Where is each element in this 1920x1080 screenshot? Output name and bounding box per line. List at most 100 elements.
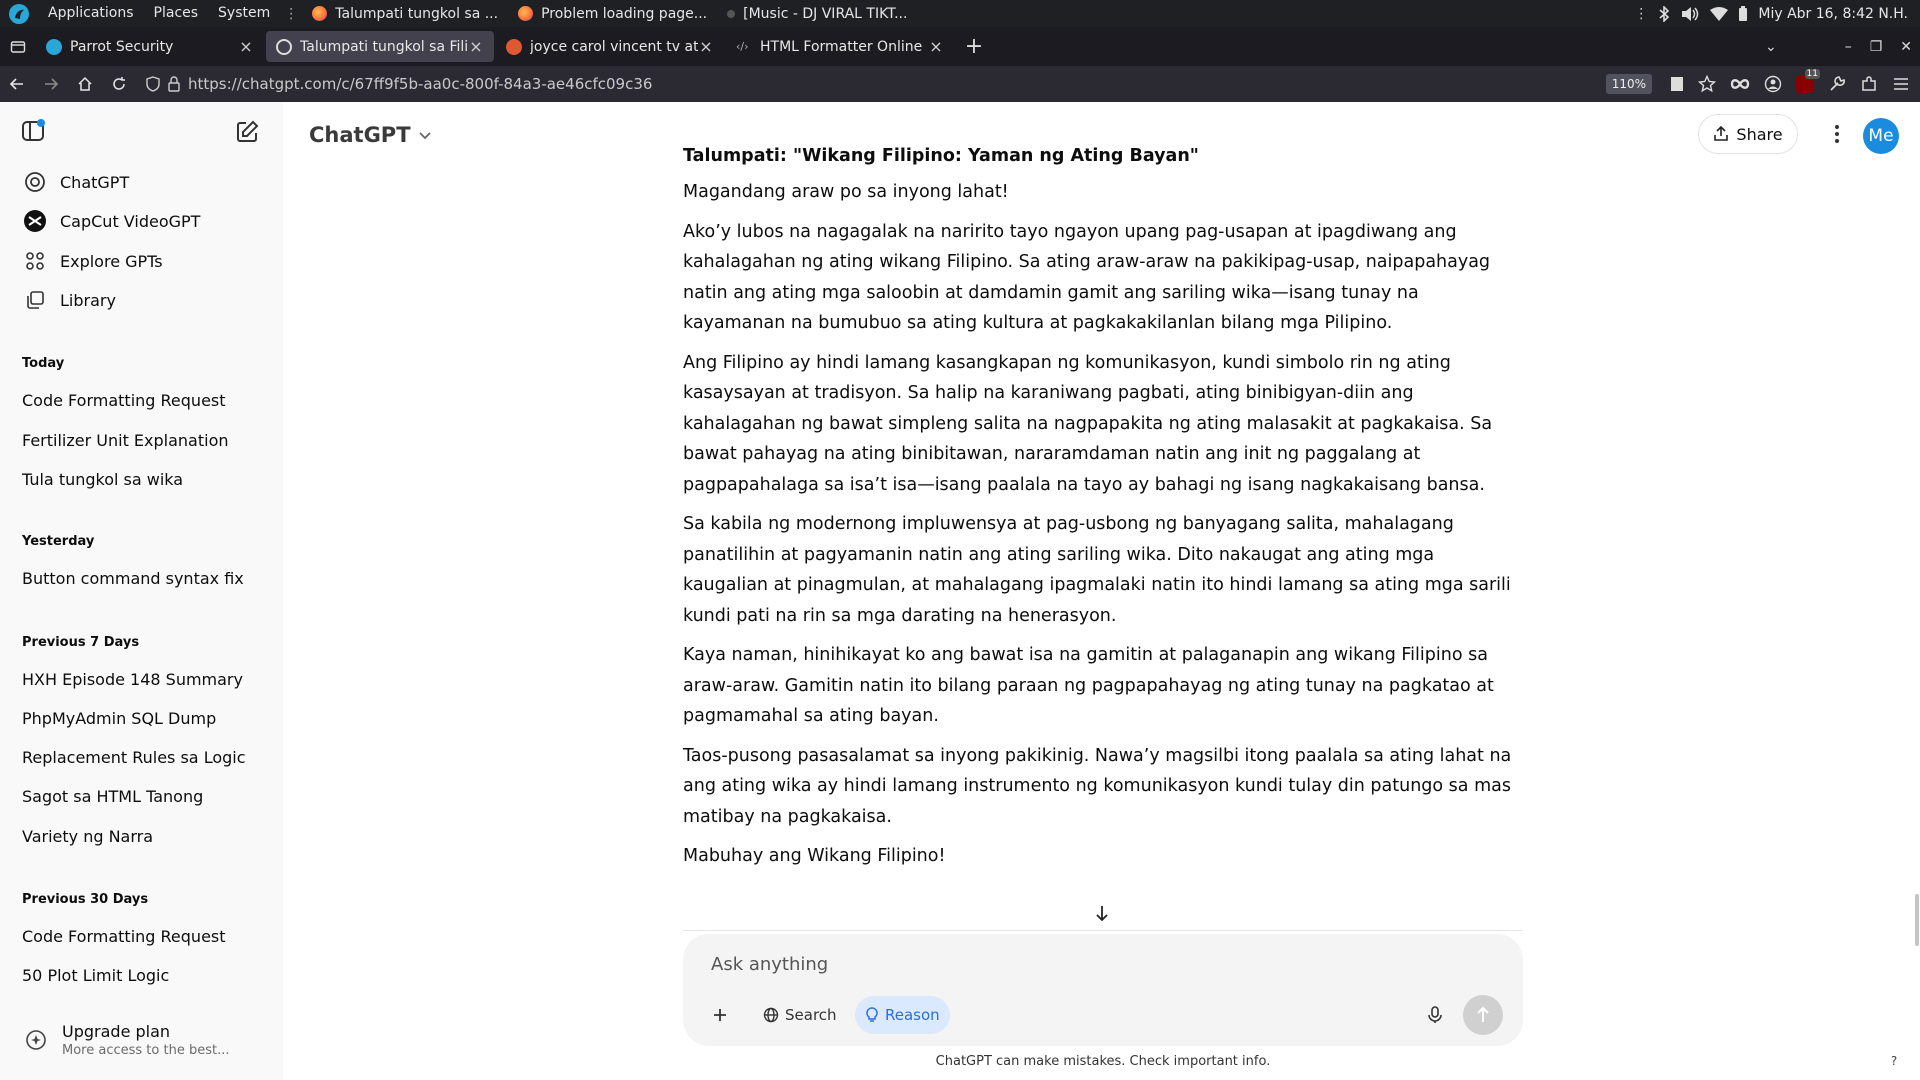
zoom-indicator[interactable]: 110%: [1605, 74, 1652, 94]
tab-overview-button[interactable]: [0, 27, 36, 66]
forward-button[interactable]: [34, 66, 68, 102]
duckduckgo-favicon-icon: [506, 38, 522, 55]
extensions-puzzle-icon[interactable]: [1860, 75, 1878, 93]
history-item[interactable]: Sagot sa HTML Tanong: [12, 778, 272, 814]
assistant-message: Talumpati: "Wikang Filipino: Yaman ng At…: [683, 144, 1523, 881]
tray-menu-icon[interactable]: ⋮: [1634, 6, 1648, 22]
prompt-input[interactable]: [711, 950, 1411, 978]
tab-talumpati[interactable]: Talumpati tungkol sa Filip ×: [266, 31, 494, 62]
bluetooth-icon[interactable]: [1658, 5, 1670, 22]
shield-icon[interactable]: [146, 76, 160, 92]
history-item[interactable]: 50 Plot Limit Logic: [12, 957, 272, 993]
model-selector[interactable]: ChatGPT: [309, 120, 433, 150]
sidebar-item-chatgpt[interactable]: ChatGPT: [12, 163, 272, 201]
history-item[interactable]: Code Formatting Request: [12, 918, 272, 954]
taskbar-item-talumpati[interactable]: Talumpati tungkol sa ...: [302, 0, 508, 27]
sidebar: ChatGPT CapCut VideoGPT Explore GPTs Lib…: [0, 102, 283, 1080]
close-tab-icon[interactable]: ×: [238, 37, 254, 56]
sidebar-item-capcut[interactable]: CapCut VideoGPT: [12, 202, 272, 240]
taskbar-item-label: Problem loading page...: [541, 5, 708, 22]
close-window-icon[interactable]: ✕: [1900, 39, 1912, 55]
taskbar-item-problem-loading[interactable]: Problem loading page...: [508, 0, 717, 27]
tab-html-formatter[interactable]: ‹/› HTML Formatter Online ×: [726, 31, 954, 62]
history-item[interactable]: Variety ng Narra: [12, 818, 272, 854]
taskbar-item-label: [Music - DJ VIRAL TIKT...: [743, 5, 908, 22]
send-button[interactable]: [1463, 995, 1503, 1035]
home-icon: [78, 76, 92, 91]
compose-icon: [237, 120, 259, 142]
history-heading-previous-7-days: Previous 7 Days: [22, 635, 140, 650]
volume-icon[interactable]: [1680, 6, 1700, 22]
lightbulb-icon: [866, 1007, 878, 1022]
upgrade-plan-button[interactable]: Upgrade plan More access to the best...: [12, 1012, 272, 1068]
sidebar-item-label: Library: [60, 290, 116, 310]
account-icon[interactable]: [1764, 75, 1782, 93]
list-all-tabs-icon[interactable]: ⌄: [1765, 39, 1777, 55]
close-tab-icon[interactable]: ×: [698, 37, 714, 56]
reader-view-icon[interactable]: [1670, 76, 1684, 92]
history-item[interactable]: Tula tungkol sa wika: [12, 461, 272, 497]
ublock-extension-icon[interactable]: 11: [1796, 69, 1820, 93]
os-menu-system[interactable]: System: [208, 0, 280, 27]
history-item[interactable]: Button command syntax fix: [12, 560, 272, 596]
clock[interactable]: Miy Abr 16, 8:42 N.H.: [1758, 6, 1908, 22]
sidebar-item-explore-gpts[interactable]: Explore GPTs: [12, 242, 272, 280]
lock-icon[interactable]: [168, 76, 180, 92]
avatar[interactable]: Me: [1863, 118, 1899, 154]
back-button[interactable]: [0, 66, 34, 102]
history-item[interactable]: PhpMyAdmin SQL Dump: [12, 700, 272, 736]
dictate-button[interactable]: [1417, 996, 1453, 1034]
code-favicon-icon: ‹/›: [736, 39, 749, 53]
wifi-icon[interactable]: [1710, 6, 1729, 21]
os-menu-applications[interactable]: Applications: [38, 0, 144, 27]
taskbar-item-music[interactable]: [Music - DJ VIRAL TIKT...: [717, 0, 917, 27]
tab-parrot-security[interactable]: Parrot Security ×: [36, 31, 264, 62]
share-icon: [1714, 126, 1729, 141]
sidebar-item-library[interactable]: Library: [12, 281, 272, 319]
tab-joyce-carol[interactable]: joyce carol vincent tv at D ×: [496, 31, 724, 62]
reload-button[interactable]: [102, 66, 136, 102]
home-button[interactable]: [68, 66, 102, 102]
message-paragraph: Ako’y lubos na nagagalak na naririto tay…: [683, 221, 1491, 334]
openai-favicon-icon: [276, 38, 292, 55]
attach-button[interactable]: [701, 996, 739, 1034]
tab-title: Parrot Security: [70, 38, 174, 55]
infinity-extension-icon[interactable]: [1730, 77, 1750, 91]
close-tab-icon[interactable]: ×: [928, 37, 944, 56]
history-item[interactable]: Fertilizer Unit Explanation: [12, 422, 272, 458]
close-sidebar-button[interactable]: [20, 118, 50, 148]
new-tab-button[interactable]: +: [956, 27, 992, 66]
conversation-options-button[interactable]: [1821, 118, 1853, 150]
minimize-window-icon[interactable]: –: [1845, 39, 1852, 55]
upgrade-sparkle-icon: [24, 1028, 48, 1052]
history-item[interactable]: Replacement Rules sa Logic: [12, 739, 272, 775]
search-button[interactable]: Search: [753, 996, 847, 1034]
history-item[interactable]: Code Formatting Request: [12, 382, 272, 418]
history-item[interactable]: HXH Episode 148 Summary: [12, 661, 272, 697]
model-label: ChatGPT: [309, 123, 411, 147]
share-button[interactable]: Share: [1698, 114, 1798, 154]
arrow-down-icon: [1096, 906, 1108, 922]
scroll-to-bottom-button[interactable]: [1091, 902, 1113, 924]
url-text[interactable]: https://chatgpt.com/c/67ff9f5b-aa0c-800f…: [188, 75, 652, 93]
new-chat-button[interactable]: [234, 119, 264, 149]
parrot-os-logo-icon[interactable]: [8, 3, 30, 25]
restore-window-icon[interactable]: ❐: [1870, 39, 1883, 55]
scrollbar-thumb[interactable]: [1915, 894, 1919, 946]
battery-icon[interactable]: [1738, 5, 1748, 22]
reason-button[interactable]: Reason: [855, 996, 950, 1034]
disclaimer-text: ChatGPT can make mistakes. Check importa…: [935, 1054, 1271, 1069]
bookmark-star-icon[interactable]: [1698, 75, 1716, 93]
url-bar[interactable]: https://chatgpt.com/c/67ff9f5b-aa0c-800f…: [146, 70, 1640, 98]
os-menu-places[interactable]: Places: [144, 0, 209, 27]
openai-logo-icon: [22, 169, 48, 195]
message-paragraph: Kaya naman, hinihikayat ko ang bawat isa…: [683, 645, 1494, 726]
close-tab-icon[interactable]: ×: [468, 37, 484, 56]
library-icon: [22, 287, 48, 313]
wrench-icon[interactable]: [1828, 75, 1846, 93]
hamburger-menu-icon[interactable]: [1892, 76, 1910, 92]
message-paragraph: Sa kabila ng modernong impluwensya at pa…: [683, 514, 1511, 626]
help-button[interactable]: ?: [1883, 1050, 1905, 1072]
reason-label: Reason: [885, 1006, 940, 1024]
sidebar-item-label: ChatGPT: [60, 172, 130, 192]
